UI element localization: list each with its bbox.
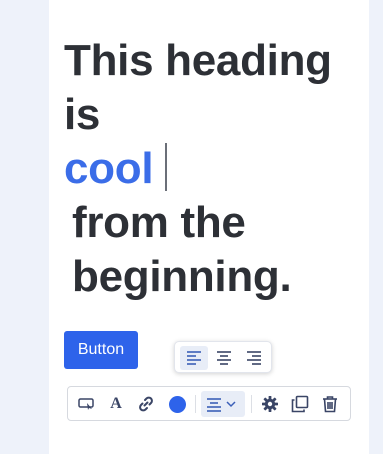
align-left-icon (187, 351, 201, 365)
settings-button[interactable] (259, 393, 281, 415)
alignment-dropdown[interactable] (201, 391, 245, 417)
link-style-icon (78, 398, 94, 410)
heading-line-4: from the (72, 198, 246, 247)
align-center-option[interactable] (210, 346, 238, 370)
toolbar-divider (195, 395, 196, 413)
heading-line-3: cool (64, 142, 364, 196)
heading-line-2: is (64, 90, 101, 139)
trash-icon (323, 396, 337, 413)
duplicate-icon (291, 395, 309, 413)
color-picker[interactable] (166, 393, 188, 415)
heading-line-1: This heading (64, 36, 332, 85)
gear-icon (262, 396, 278, 412)
align-center-icon (217, 351, 231, 365)
heading-block[interactable]: This heading is cool from the beginning. (64, 34, 364, 304)
align-right-icon (247, 351, 261, 365)
block-toolbar: A (67, 386, 351, 421)
highlighted-word[interactable]: cool (64, 144, 154, 193)
font-button[interactable]: A (105, 393, 127, 415)
heading-line-5: beginning. (72, 252, 292, 301)
toolbar-divider (251, 395, 252, 413)
align-center-icon (207, 398, 236, 412)
editor-canvas: This heading is cool from the beginning.… (49, 0, 369, 454)
alignment-popover (174, 341, 272, 373)
button-block[interactable]: Button (64, 331, 138, 369)
link-button[interactable] (135, 393, 157, 415)
align-right-option[interactable] (240, 346, 268, 370)
duplicate-button[interactable] (289, 393, 311, 415)
link-icon (139, 396, 153, 412)
color-swatch (168, 395, 186, 413)
font-icon: A (110, 395, 122, 412)
align-left-option[interactable] (180, 346, 208, 370)
delete-button[interactable] (319, 393, 341, 415)
link-style-button[interactable] (76, 393, 98, 415)
text-caret (165, 143, 168, 191)
